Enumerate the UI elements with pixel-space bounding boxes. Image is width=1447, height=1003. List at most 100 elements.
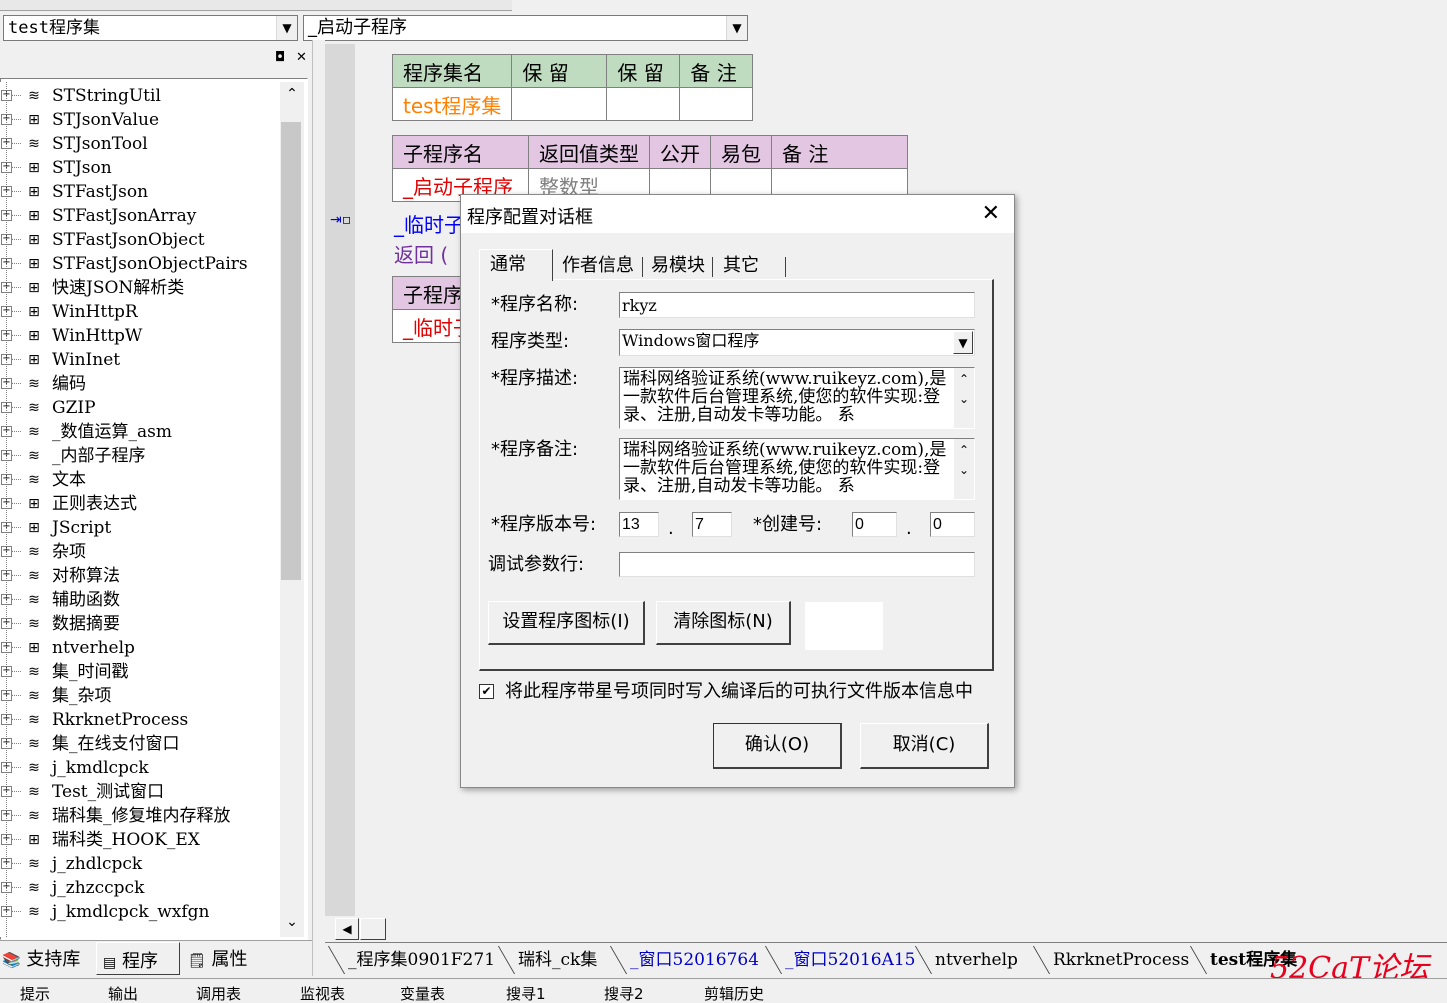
close-icon[interactable]: ✕ <box>982 201 1000 227</box>
version-checkbox[interactable]: ✔ <box>479 684 494 699</box>
tree-item[interactable]: + ⊞ JScript <box>0 516 280 540</box>
program-note-textarea[interactable]: 瑞科网络验证系统(www.ruikeyz.com),是一款软件后台管理系统,使您… <box>619 438 975 500</box>
tree-item[interactable]: + ⊞ STFastJson <box>0 180 280 204</box>
tab-program[interactable]: ▤ 程序 <box>96 942 180 975</box>
tree-item-label: 快速JSON解析类 <box>52 278 185 298</box>
tree-item[interactable]: + ⊞ WinInet <box>0 348 280 372</box>
tab-support-library[interactable]: 📚 支持库 <box>2 945 80 973</box>
tree-item[interactable]: + ≋ 辅助函数 <box>0 588 280 612</box>
tab-general[interactable]: 通常 <box>479 249 553 281</box>
panel-close-icon[interactable]: ✕ <box>296 50 307 65</box>
assembly-select[interactable]: test程序集 ▼ <box>3 15 298 41</box>
assembly-name-cell[interactable]: test程序集 <box>391 87 513 121</box>
editor-hscroll[interactable] <box>325 916 1447 942</box>
subroutine-select[interactable]: _启动子程序 ▼ <box>303 15 748 41</box>
tree-item[interactable]: + ⊞ WinHttpW <box>0 324 280 348</box>
tree-scroll-thumb[interactable] <box>281 122 301 580</box>
tab-epkg[interactable]: 易模块 <box>651 254 705 278</box>
status-tab[interactable]: 搜寻1 <box>506 986 546 1002</box>
tree-item[interactable]: + ≋ GZIP <box>0 396 280 420</box>
tree-item[interactable]: + ≋ 文本 <box>0 468 280 492</box>
tree-item[interactable]: + ≋ j_kmdlcpck <box>0 756 280 780</box>
ok-button[interactable]: 确认(O) <box>713 723 842 769</box>
tree-item[interactable]: + ⊞ STFastJsonObject <box>0 228 280 252</box>
tree-item[interactable]: + ≋ 集_时间戳 <box>0 660 280 684</box>
tree-item[interactable]: + ⊞ STFastJsonObjectPairs <box>0 252 280 276</box>
scroll-left-icon[interactable]: ◀ <box>335 918 359 940</box>
source-tab[interactable]: _程序集0901F271 <box>348 945 495 975</box>
status-tab[interactable]: 输出 <box>108 986 138 1002</box>
desc-scrollbar[interactable]: ⌃ ⌄ <box>954 368 974 428</box>
tree-item[interactable]: + ≋ 数据摘要 <box>0 612 280 636</box>
version-minor-input[interactable] <box>692 512 732 537</box>
tree-item[interactable]: + ⊞ STJsonValue <box>0 108 280 132</box>
tree-item[interactable]: + ≋ 集_杂项 <box>0 684 280 708</box>
panel-pin-icon[interactable]: ◘ <box>275 50 285 65</box>
program-name-input[interactable] <box>619 292 975 318</box>
set-icon-button[interactable]: 设置程序图标(I) <box>488 601 645 645</box>
hscroll-thumb[interactable] <box>360 918 386 940</box>
tree-item[interactable]: + ⊞ STJson <box>0 156 280 180</box>
program-tree[interactable]: + ≋ STStringUtil + ⊞ STJsonValue + ≋ STJsonTool +… <box>0 82 280 937</box>
status-tab[interactable]: 监视表 <box>300 986 345 1002</box>
tree-item[interactable]: + ≋ RkrknetProcess <box>0 708 280 732</box>
source-tab[interactable]: ntverhelp <box>935 945 1018 975</box>
tree-item[interactable]: + ≋ 集_在线支付窗口 <box>0 732 280 756</box>
status-tab[interactable]: 调用表 <box>196 986 241 1002</box>
status-tab[interactable]: 剪辑历史 <box>704 986 764 1002</box>
tree-item[interactable]: + ≋ _数值运算_asm <box>0 420 280 444</box>
tree-item[interactable]: + ⊞ 快速JSON解析类 <box>0 276 280 300</box>
clear-icon-button[interactable]: 清除图标(N) <box>656 601 791 645</box>
code-line-return[interactable]: 返回 ( <box>394 239 448 268</box>
version-major-input[interactable] <box>619 512 659 537</box>
tree-item[interactable]: + ≋ j_kmdlcpck_wxfgn <box>0 900 280 924</box>
tree-item[interactable]: + ⊞ ntverhelp <box>0 636 280 660</box>
tree-item[interactable]: + ≋ Test_测试窗口 <box>0 780 280 804</box>
scroll-up-icon[interactable]: ⌃ <box>954 372 974 386</box>
source-tab[interactable]: 瑞科_ck集 <box>518 945 597 975</box>
chevron-down-icon[interactable]: ▼ <box>276 16 297 40</box>
tree-item[interactable]: + ≋ 瑞科集_修复堆内存释放 <box>0 804 280 828</box>
tree-item[interactable]: + ≋ STJsonTool <box>0 132 280 156</box>
cancel-button[interactable]: 取消(C) <box>860 723 989 769</box>
version-checkbox-label[interactable]: 将此程序带星号项同时写入编译后的可执行文件版本信息中 <box>505 680 973 704</box>
scroll-down-icon[interactable]: ⌄ <box>282 914 302 930</box>
chevron-down-icon[interactable]: ▼ <box>726 16 747 40</box>
source-tab[interactable]: _窗口52016764 <box>630 945 759 975</box>
debug-args-input[interactable] <box>619 552 975 577</box>
tree-item[interactable]: + ⊞ WinHttpR <box>0 300 280 324</box>
tab-properties[interactable]: 🗒 属性 <box>188 945 248 973</box>
status-tab[interactable]: 搜寻2 <box>604 986 644 1002</box>
source-tab[interactable]: RkrknetProcess <box>1053 945 1189 975</box>
tree-item[interactable]: + ≋ STStringUtil <box>0 84 280 108</box>
tab-other[interactable]: 其它 <box>723 254 759 278</box>
tree-item[interactable]: + ≋ _内部子程序 <box>0 444 280 468</box>
tab-author[interactable]: 作者信息 <box>562 254 634 278</box>
tree-item[interactable]: + ≋ 对称算法 <box>0 564 280 588</box>
tree-item[interactable]: + ⊞ STFastJsonArray <box>0 204 280 228</box>
scroll-up-icon[interactable]: ⌃ <box>282 86 302 102</box>
splitter[interactable] <box>312 40 325 976</box>
code-line-call[interactable]: _临时子 <box>394 209 464 238</box>
build-major-input[interactable] <box>852 512 897 537</box>
program-type-select[interactable]: Windows窗口程序 ▼ <box>619 329 975 356</box>
chevron-down-icon[interactable]: ▼ <box>953 331 973 354</box>
scroll-down-icon[interactable]: ⌄ <box>954 392 974 406</box>
tree-item[interactable]: + ≋ 杂项 <box>0 540 280 564</box>
status-tab[interactable]: 变量表 <box>400 986 445 1002</box>
class-icon: ⊞ <box>28 520 40 536</box>
tree-item[interactable]: + ≋ 编码 <box>0 372 280 396</box>
build-minor-input[interactable] <box>930 512 975 537</box>
source-tab[interactable]: _窗口52016A15 <box>785 945 916 975</box>
scroll-up-icon[interactable]: ⌃ <box>954 443 974 457</box>
note-scrollbar[interactable]: ⌃ ⌄ <box>954 439 974 499</box>
tree-item[interactable]: + ≋ j_zhdlcpck <box>0 852 280 876</box>
tree-connector <box>11 719 21 720</box>
status-tab[interactable]: 提示 <box>20 986 50 1002</box>
scroll-down-icon[interactable]: ⌄ <box>954 463 974 477</box>
tree-item[interactable]: + ⊞ 瑞科类_HOOK_EX <box>0 828 280 852</box>
tree-item[interactable]: + ⊞ 正则表达式 <box>0 492 280 516</box>
tree-item[interactable]: + ≋ j_zhzccpck <box>0 876 280 900</box>
tree-item-label: GZIP <box>52 398 96 418</box>
program-desc-textarea[interactable]: 瑞科网络验证系统(www.ruikeyz.com),是一款软件后台管理系统,使您… <box>619 367 975 429</box>
